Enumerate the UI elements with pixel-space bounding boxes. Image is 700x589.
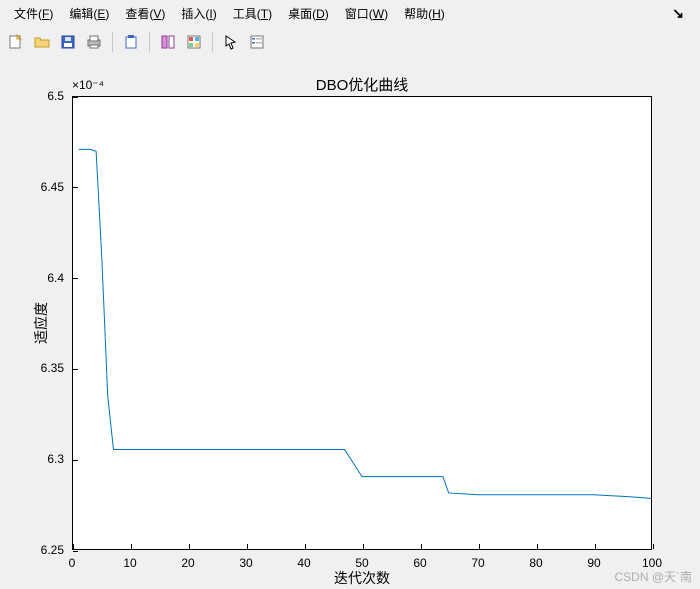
menu-d[interactable]: 桌面(D)	[280, 3, 337, 24]
x-tick-label: 40	[297, 550, 310, 570]
y-tick-label: 6.4	[47, 271, 72, 285]
menu-bar: 文件(F)编辑(E)查看(V)插入(I)工具(T)桌面(D)窗口(W)帮助(H)…	[0, 0, 700, 26]
x-tick-label: 60	[413, 550, 426, 570]
x-tick-label: 100	[642, 550, 662, 570]
menu-e[interactable]: 编辑(E)	[61, 3, 117, 24]
menu-v[interactable]: 查看(V)	[117, 3, 173, 24]
axes[interactable]: DBO优化曲线 ×10⁻⁴ 适应度 迭代次数 6.256.36.356.46.4…	[72, 96, 652, 550]
toolbar	[0, 26, 700, 59]
y-tick-label: 6.5	[47, 89, 72, 103]
y-tick-label: 6.3	[47, 452, 72, 466]
colorbar-icon[interactable]	[182, 30, 206, 54]
x-tick-label: 20	[181, 550, 194, 570]
menu-t[interactable]: 工具(T)	[225, 3, 280, 24]
figure-canvas: DBO优化曲线 ×10⁻⁴ 适应度 迭代次数 6.25 6.3 6.35 6.4 6.4…	[0, 56, 700, 589]
toolbar-separator	[112, 32, 113, 52]
toolbar-separator	[212, 32, 213, 52]
line-series	[73, 97, 651, 549]
x-axis-label: 迭代次数	[72, 568, 652, 588]
y-axis-label: 适应度	[31, 302, 51, 344]
menu-h[interactable]: 帮助(H)	[396, 3, 453, 24]
menu-i[interactable]: 插入(I)	[173, 3, 224, 24]
pointer-icon[interactable]	[219, 30, 243, 54]
y-exponent-label: ×10⁻⁴	[72, 78, 104, 92]
chart-title: DBO优化曲线	[72, 74, 652, 95]
save-icon[interactable]	[56, 30, 80, 54]
x-tick-label: 0	[69, 550, 76, 570]
toolbar-dropdown-arrow[interactable]: ↘	[662, 5, 694, 22]
print-icon[interactable]	[82, 30, 106, 54]
x-tick-label: 90	[587, 550, 600, 570]
y-tick-label: 6.45	[41, 180, 72, 194]
menu-w[interactable]: 窗口(W)	[337, 3, 396, 24]
x-tick-label: 30	[239, 550, 252, 570]
x-tick-label: 50	[355, 550, 368, 570]
y-tick-label: 6.25	[41, 543, 72, 557]
y-tick-label: 6.35	[41, 361, 72, 375]
x-tick-label: 10	[123, 550, 136, 570]
menu-f[interactable]: 文件(F)	[6, 3, 61, 24]
x-tick-label: 70	[471, 550, 484, 570]
open-icon[interactable]	[30, 30, 54, 54]
x-tick-label: 80	[529, 550, 542, 570]
insert-legend-icon[interactable]	[245, 30, 269, 54]
data-cursor-icon[interactable]	[156, 30, 180, 54]
figure-window: 文件(F)编辑(E)查看(V)插入(I)工具(T)桌面(D)窗口(W)帮助(H)…	[0, 0, 700, 589]
clipboard-icon[interactable]	[119, 30, 143, 54]
new-figure-icon[interactable]	[4, 30, 28, 54]
toolbar-separator	[149, 32, 150, 52]
